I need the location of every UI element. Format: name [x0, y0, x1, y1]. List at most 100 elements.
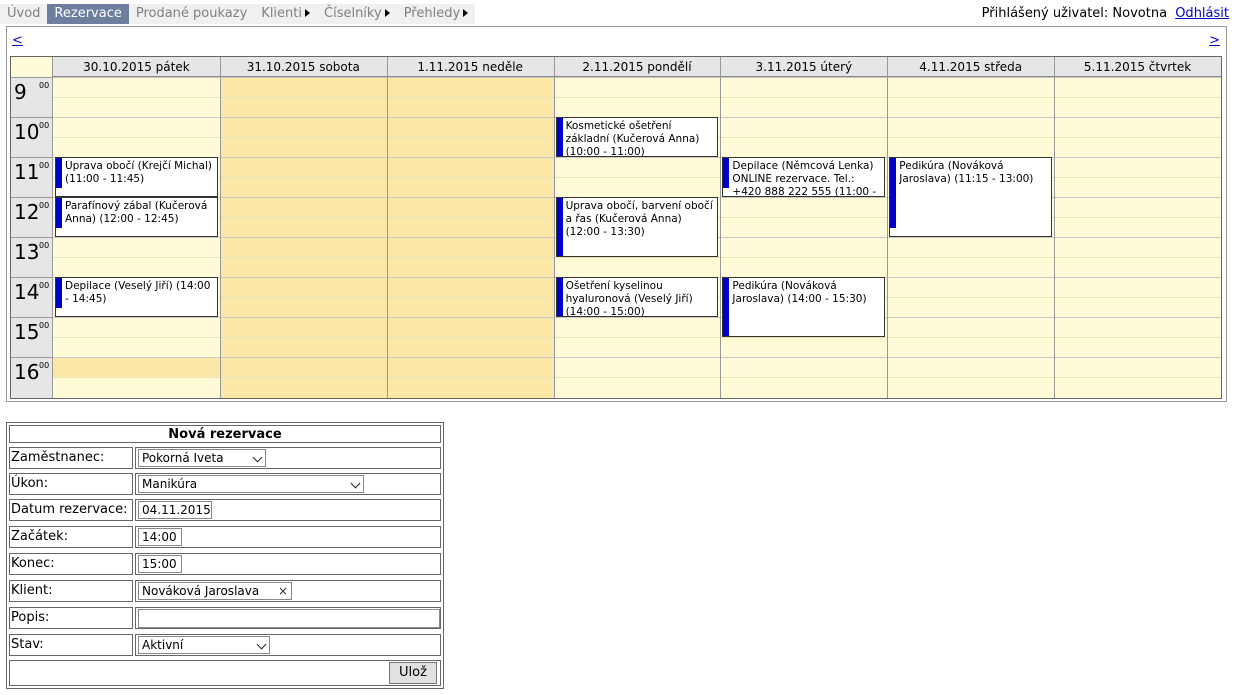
day-header: 4.11.2015 středa: [887, 57, 1055, 77]
event-text: Depilace (Veselý Jiří) (14:00 - 14:45): [65, 280, 211, 305]
end-time-input[interactable]: 15:00: [138, 555, 182, 573]
hour-minutes: 00: [39, 321, 50, 330]
hour-label: 16 00: [11, 357, 53, 397]
grid-separator: [1054, 57, 1056, 398]
end-label: Konec:: [9, 553, 133, 575]
next-week-link[interactable]: >: [1209, 33, 1220, 48]
nav-item-1[interactable]: Rezervace: [47, 4, 129, 24]
event-duration-bar: [556, 198, 563, 256]
event-duration-bar: [556, 118, 563, 156]
event-text: Úprava obočí (Krejčí Michal) (11:00 - 11…: [65, 160, 212, 185]
grid-separator: [219, 57, 221, 398]
hour-number: 10: [14, 120, 40, 144]
employee-label: Zaměstnanec:: [9, 447, 133, 469]
submenu-arrow-icon: [463, 8, 469, 17]
nav-item-3[interactable]: Klienti: [254, 4, 317, 24]
status-select[interactable]: Aktivní: [138, 636, 270, 654]
nav-item-label: Klienti: [261, 6, 302, 21]
status-row: Stav: Aktivní: [9, 634, 441, 656]
reservation-event[interactable]: Úprava obočí, barvení obočí a řas (Kučer…: [555, 197, 719, 257]
calendar-nav: < >: [7, 27, 1226, 55]
date-cell: 04.11.2015: [135, 499, 441, 521]
date-input[interactable]: 04.11.2015: [138, 501, 212, 519]
reservation-event[interactable]: Parafínový zábal (Kučerová Anna) (12:00 …: [55, 197, 218, 237]
clear-icon[interactable]: ×: [278, 583, 288, 599]
hour-label: 12 00: [11, 197, 53, 237]
nav-item-label: Rezervace: [54, 6, 122, 21]
reservation-event[interactable]: Pedikúra (Nováková Jaroslava) (11:15 - 1…: [889, 157, 1053, 237]
chevron-down-icon: [252, 452, 263, 463]
hour-label: 10 00: [11, 117, 53, 157]
start-time-input[interactable]: 14:00: [138, 528, 182, 546]
hour-number: 11: [14, 160, 40, 184]
description-row: Popis:: [9, 607, 441, 629]
description-cell: [135, 607, 441, 629]
event-text: Kosmetické ošetření základní (Kučerová A…: [565, 120, 700, 156]
employee-cell: Pokorná Iveta: [135, 447, 441, 469]
main-nav: Úvod Rezervace Prodané poukazy Klienti Čísel…: [0, 4, 476, 24]
event-text: Depilace (Němcová Lenka) ONLINE rezervac…: [732, 160, 877, 196]
event-text: Parafínový zábal (Kučerová Anna) (12:00 …: [65, 200, 208, 225]
day-header: 2.11.2015 pondělí: [553, 57, 721, 77]
grid-line: [53, 337, 1221, 338]
actions-row: Ulož: [9, 660, 441, 686]
user-area: Přihlášený uživatel: Novotna Odhlásit: [982, 5, 1229, 23]
day-header: 3.11.2015 úterý: [720, 57, 888, 77]
nav-item-2[interactable]: Prodané poukazy: [128, 4, 255, 24]
event-duration-bar: [890, 158, 897, 228]
chevron-down-icon: [256, 639, 267, 650]
reservation-event[interactable]: Depilace (Němcová Lenka) ONLINE rezervac…: [722, 157, 886, 197]
save-button[interactable]: Ulož: [389, 662, 437, 684]
reservation-event[interactable]: Ošetření kyselinou hyaluronová (Veselý J…: [555, 277, 719, 317]
hour-minutes: 00: [39, 241, 50, 250]
end-row: Konec: 15:00: [9, 553, 441, 575]
client-cell: Nováková Jaroslava ×: [135, 580, 441, 602]
reservation-event[interactable]: Úprava obočí (Krejčí Michal) (11:00 - 11…: [55, 157, 218, 197]
grid-line: [53, 317, 1221, 318]
grid-line: [53, 377, 1221, 378]
selected-slot[interactable]: [53, 357, 220, 377]
start-row: Začátek: 14:00: [9, 526, 441, 548]
end-cell: 15:00: [135, 553, 441, 575]
nav-item-label: Úvod: [7, 6, 41, 21]
reservation-event[interactable]: Depilace (Veselý Jiří) (14:00 - 14:45): [55, 277, 218, 317]
reservation-event[interactable]: Pedikúra (Nováková Jaroslava) (14:00 - 1…: [722, 277, 886, 337]
day-header: 30.10.2015 pátek: [53, 57, 220, 77]
nav-item-label: Prodané poukazy: [135, 6, 248, 21]
grid-separator: [1221, 57, 1222, 398]
nav-item-0[interactable]: Úvod: [0, 4, 48, 24]
start-label: Začátek:: [9, 526, 133, 548]
client-row: Klient: Nováková Jaroslava ×: [9, 580, 441, 602]
nav-item-5[interactable]: Přehledy: [396, 4, 476, 24]
calendar-grid: 30.10.2015 pátek 31.10.2015 sobota 1.11.20…: [10, 56, 1222, 399]
prev-week-link[interactable]: <: [12, 33, 23, 48]
description-input[interactable]: [138, 609, 440, 628]
date-row: Datum rezervace: 04.11.2015: [9, 499, 441, 521]
hour-minutes: 00: [39, 121, 50, 130]
employee-select[interactable]: Pokorná Iveta: [138, 449, 266, 467]
logged-user-label: Přihlášený uživatel: Novotna: [981, 6, 1168, 21]
nav-item-4[interactable]: Číselníky: [317, 4, 397, 24]
event-duration-bar: [56, 198, 62, 228]
submenu-arrow-icon: [384, 8, 390, 17]
status-value: Aktivní: [142, 638, 184, 652]
hour-label: 15 00: [11, 317, 53, 357]
grid-line: [53, 97, 1221, 98]
description-label: Popis:: [9, 607, 133, 629]
service-select[interactable]: Manikúra: [138, 475, 364, 493]
logout-link[interactable]: Odhlásit: [1175, 6, 1229, 21]
reservation-event[interactable]: Kosmetické ošetření základní (Kučerová A…: [555, 117, 719, 157]
event-duration-bar: [56, 278, 62, 308]
event-text: Pedikúra (Nováková Jaroslava) (11:15 - 1…: [899, 160, 1034, 185]
client-input[interactable]: Nováková Jaroslava ×: [138, 582, 292, 600]
grid-line: [53, 77, 1221, 78]
nav-item-label: Přehledy: [403, 6, 461, 21]
time-column: 9 00 10 00 11 00 12 00 13 00 14 00 15 00 16 00: [11, 77, 53, 398]
date-label: Datum rezervace:: [9, 499, 133, 521]
hour-number: 15: [14, 320, 40, 344]
service-cell: Manikúra: [135, 473, 441, 495]
client-value: Nováková Jaroslava: [142, 584, 260, 598]
grid-line: [53, 357, 1221, 358]
grid-separator: [887, 57, 889, 398]
service-value: Manikúra: [142, 477, 198, 491]
